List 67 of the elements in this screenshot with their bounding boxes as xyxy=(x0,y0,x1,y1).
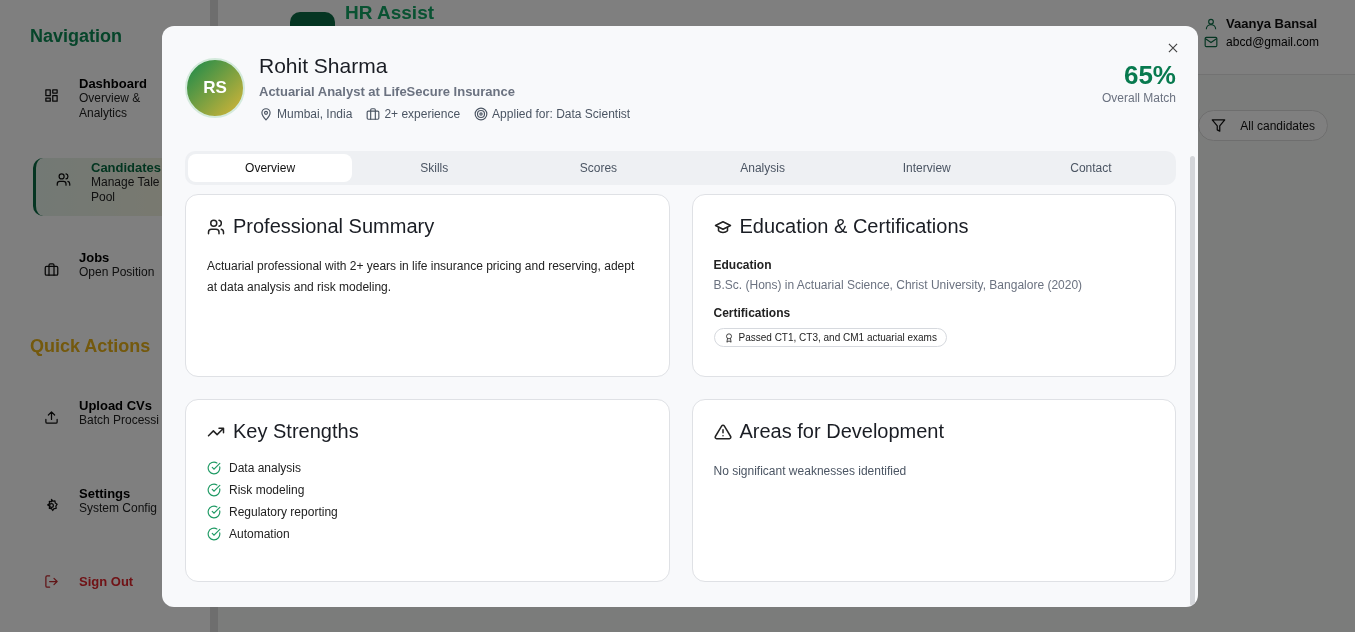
item-subtitle: System Config xyxy=(79,501,158,516)
upload-icon xyxy=(44,410,59,425)
sign-out-label: Sign Out xyxy=(79,574,134,589)
gear-icon xyxy=(44,498,59,513)
tab[interactable]: Scores xyxy=(516,154,681,182)
tab[interactable]: Overview xyxy=(188,154,353,182)
card-title: Professional Summary xyxy=(233,215,435,238)
meta-text: Mumbai, India xyxy=(277,107,353,121)
check-circle-icon xyxy=(207,505,221,519)
sidebar-item[interactable]: Settings System Config xyxy=(30,484,210,536)
section-label: Certifications xyxy=(713,306,792,320)
avatar: RS xyxy=(185,58,245,118)
card-title: Education & Certifications xyxy=(739,215,969,238)
tab[interactable]: Analysis xyxy=(680,154,845,182)
development-text: No significant weaknesses identified xyxy=(713,463,908,480)
award-icon xyxy=(723,332,734,343)
strength-item: Automation xyxy=(229,527,290,541)
scrollbar[interactable] xyxy=(1190,156,1195,606)
candidate-headline: Actuarial Analyst at LifeSecure Insurance xyxy=(259,84,516,99)
sidebar-item[interactable]: Upload CVs Batch Processi xyxy=(30,396,210,448)
match-score: 65% xyxy=(1123,60,1176,91)
section-heading: Quick Actions xyxy=(30,336,152,356)
item-title: Settings xyxy=(79,486,132,501)
strength-item: Data analysis xyxy=(229,461,302,475)
users-icon xyxy=(207,217,225,236)
user-email: abcd@gmail.com xyxy=(1226,35,1319,49)
item-subtitle: Overview & Analytics xyxy=(79,91,142,121)
item-subtitle: Batch Processi xyxy=(79,413,160,428)
candidate-name: Rohit Sharma xyxy=(259,54,389,78)
tab[interactable]: Contact xyxy=(1008,154,1173,182)
item-subtitle: Open Position xyxy=(79,265,155,280)
check-circle-icon xyxy=(207,483,221,497)
filter-button[interactable]: All candidates xyxy=(1198,110,1328,141)
card-title: Areas for Development xyxy=(739,420,945,443)
match-label: Overall Match xyxy=(1101,91,1176,105)
item-title: Jobs xyxy=(79,250,111,265)
section-label: Education xyxy=(713,258,773,272)
meta-text: 2+ experience xyxy=(384,107,461,121)
summary-text: Actuarial professional with 2+ years in life insurance pricing and reserving, adept at data analysis and risk modeling. xyxy=(207,258,636,296)
users-icon xyxy=(56,172,71,187)
sign-out-button[interactable]: Sign Out xyxy=(30,572,210,591)
item-subtitle: Manage Tale Pool xyxy=(91,175,161,205)
mail-icon xyxy=(1204,35,1219,49)
card-title: Key Strengths xyxy=(233,420,359,443)
briefcase-icon xyxy=(366,107,381,121)
briefcase-icon xyxy=(44,262,59,277)
grid-icon xyxy=(44,88,59,103)
user-icon xyxy=(1204,16,1219,31)
logout-icon xyxy=(44,574,59,589)
strength-item: Risk modeling xyxy=(229,483,305,497)
tab[interactable]: Interview xyxy=(844,154,1009,182)
item-title: Dashboard xyxy=(79,76,147,91)
target-icon xyxy=(474,107,489,121)
location-icon xyxy=(259,107,273,121)
item-title: Candidates xyxy=(91,160,162,175)
strength-item: Regulatory reporting xyxy=(229,505,338,519)
check-circle-icon xyxy=(207,461,221,475)
section-heading: Navigation xyxy=(30,26,123,46)
filter-icon xyxy=(1211,118,1227,133)
warning-icon xyxy=(713,422,732,441)
tab[interactable]: Skills xyxy=(352,154,517,182)
education-text: B.Sc. (Hons) in Actuarial Science, Christ University, Bangalore (2020) xyxy=(713,278,1084,292)
close-icon xyxy=(1166,41,1180,55)
user-name: Vaanya Bansal xyxy=(1226,16,1318,31)
item-title: Upload CVs xyxy=(79,398,153,413)
meta-text: Applied for: Data Scientist xyxy=(492,107,631,121)
check-circle-icon xyxy=(207,527,221,541)
